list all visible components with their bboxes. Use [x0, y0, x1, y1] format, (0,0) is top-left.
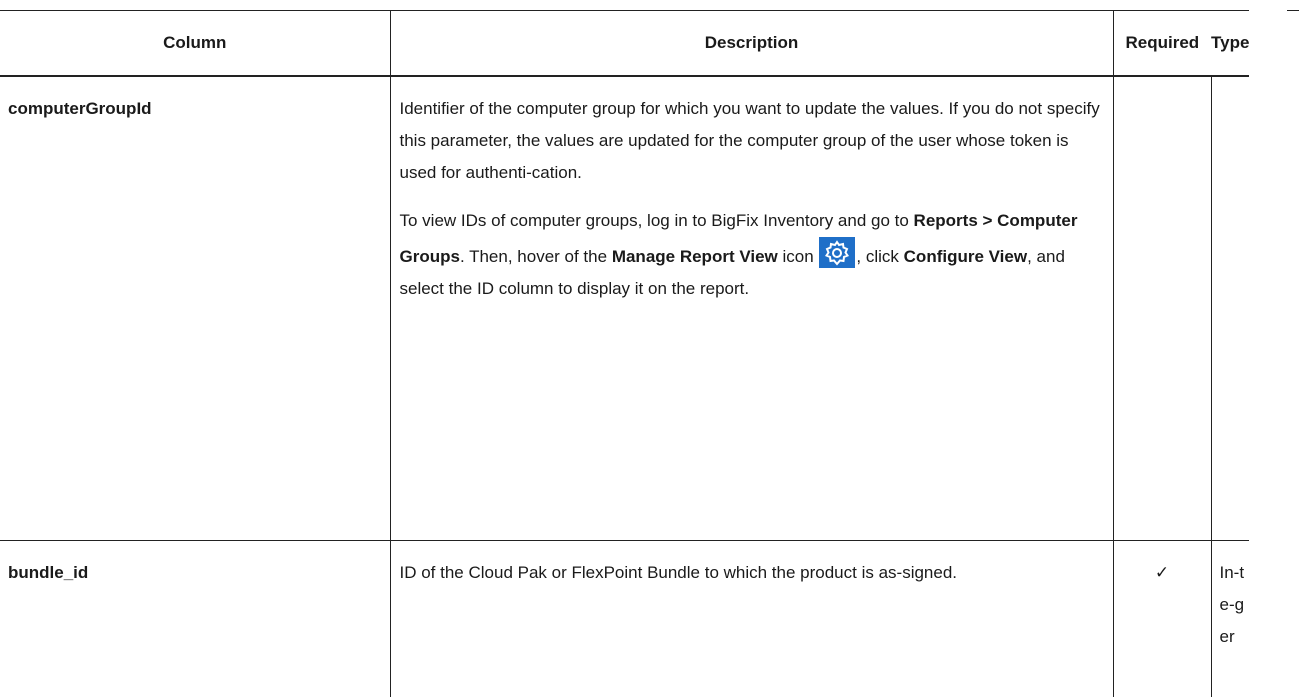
- ui-label: Manage Report View: [612, 247, 778, 266]
- table-row: computerGroupId Identifier of the comput…: [0, 76, 1249, 541]
- param-type: [1211, 76, 1249, 541]
- column-header-required: Required: [1113, 11, 1211, 77]
- param-name: bundle_id: [0, 541, 390, 697]
- column-header-type: Type: [1211, 11, 1249, 77]
- param-description: ID of the Cloud Pak or FlexPoint Bundle …: [390, 541, 1113, 697]
- ui-label: Configure View: [904, 247, 1027, 266]
- table-header-row: Column Description Required Type: [0, 11, 1249, 77]
- param-name: computerGroupId: [0, 76, 390, 541]
- required-checkmark: ✓: [1113, 541, 1211, 697]
- param-required: [1113, 76, 1211, 541]
- column-header-description: Description: [390, 11, 1113, 77]
- table-edge-line: [1287, 10, 1299, 11]
- table-row: bundle_id ID of the Cloud Pak or FlexPoi…: [0, 541, 1249, 697]
- description-paragraph: Identifier of the computer group for whi…: [400, 93, 1103, 189]
- column-header-column: Column: [0, 11, 390, 77]
- description-paragraph: To view IDs of computer groups, log in t…: [400, 205, 1103, 305]
- parameters-table: Column Description Required Type compute…: [0, 10, 1249, 697]
- gear-icon: [819, 237, 855, 268]
- description-paragraph: ID of the Cloud Pak or FlexPoint Bundle …: [400, 557, 1103, 589]
- param-type: In-te-ger: [1211, 541, 1249, 697]
- param-description: Identifier of the computer group for whi…: [390, 76, 1113, 541]
